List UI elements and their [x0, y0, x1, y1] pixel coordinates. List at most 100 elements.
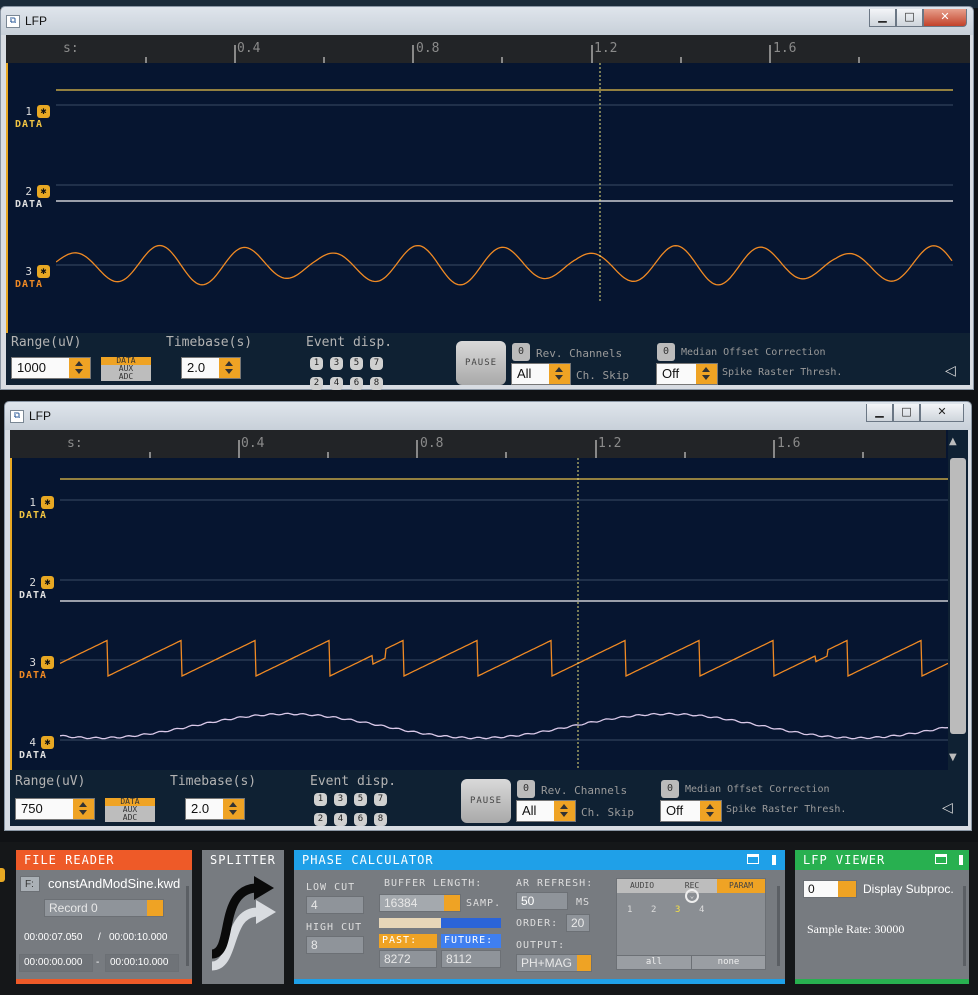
median-offset-toggle[interactable]: 0	[657, 343, 675, 361]
ch-skip-combobox[interactable]: All	[511, 363, 571, 385]
window-icon[interactable]	[935, 854, 947, 864]
spike-raster-combobox[interactable]: Off	[660, 800, 722, 822]
high-cut-input[interactable]: 8	[306, 936, 364, 954]
scroll-down-icon[interactable]: ▼	[949, 752, 957, 763]
type-option-adc[interactable]: ADC	[105, 814, 155, 822]
channel-toggle[interactable]: 1	[627, 905, 632, 915]
timebase-combobox[interactable]: 2.0	[185, 798, 245, 820]
event-button[interactable]: 4	[334, 813, 347, 826]
event-button[interactable]: 4	[330, 377, 343, 390]
all-button[interactable]: all	[617, 955, 691, 969]
window-1-titlebar[interactable]: ⧉ LFP ▁ □ ✕	[1, 7, 973, 35]
filename[interactable]: constAndModSine.kwd	[48, 876, 180, 891]
lfp-viewer-editor: LFP VIEWER 0 Display Subproc. Sample Rat…	[795, 850, 969, 984]
lfp-plot-1[interactable]: s: 0.4 0.8 1.2 1.6 1 ✱ DATA 2 ✱ DATA 3 ✱…	[6, 35, 970, 333]
end-time-input[interactable]: 00:00:10.000	[105, 954, 179, 972]
minimize-button[interactable]: ▁	[866, 404, 893, 422]
scroll-up-icon[interactable]: ▲	[949, 436, 957, 447]
type-option-adc[interactable]: ADC	[101, 373, 151, 381]
rev-channels-toggle[interactable]: 0	[517, 780, 535, 798]
channel-scrollbar[interactable]: ▲ ▼	[948, 430, 968, 770]
median-offset-toggle[interactable]: 0	[661, 780, 679, 798]
editor-title[interactable]: PHASE CALCULATOR	[294, 850, 785, 870]
maximize-button[interactable]: □	[896, 9, 923, 27]
scroll-thumb[interactable]	[950, 458, 966, 734]
collapse-icon[interactable]	[772, 855, 776, 865]
subproc-value: 0	[808, 882, 815, 896]
past-portion	[379, 918, 441, 928]
event-button[interactable]: 2	[314, 813, 327, 826]
event-button[interactable]: 6	[350, 377, 363, 390]
editor-title[interactable]: SPLITTER	[202, 850, 284, 870]
minimize-button[interactable]: ▁	[869, 9, 896, 27]
lfp-plot-2[interactable]: s: 0.4 0.8 1.2 1.6 1 ✱ DATA 2 ✱ DATA 3 ✱…	[10, 430, 968, 770]
order-input[interactable]: 20	[566, 914, 590, 932]
channel-type-selector[interactable]: DATA AUX ADC	[105, 798, 155, 822]
event-button[interactable]: 1	[314, 793, 327, 806]
start-time-input[interactable]: 00:00:00.000	[19, 954, 93, 972]
event-button[interactable]: 5	[354, 793, 367, 806]
dropdown-arrow-icon	[838, 881, 856, 897]
channel-1-select-icon[interactable]: ✱	[37, 105, 50, 118]
event-button[interactable]: 3	[330, 357, 343, 370]
editor-scrollbar[interactable]	[963, 886, 966, 966]
dropdown-arrow-icon	[219, 358, 240, 378]
none-button[interactable]: none	[691, 955, 765, 969]
maximize-button[interactable]: □	[893, 404, 920, 422]
buffer-length-select[interactable]: 16384	[379, 894, 461, 912]
channel-4-select-icon[interactable]: ✱	[41, 736, 54, 749]
future-length-input[interactable]: 8112	[441, 950, 501, 968]
close-button[interactable]: ✕	[920, 404, 964, 422]
event-button[interactable]: 7	[370, 357, 383, 370]
spike-raster-combobox[interactable]: Off	[656, 363, 718, 385]
tab-param[interactable]: PARAM	[717, 879, 765, 893]
channel-2-select-icon[interactable]: ✱	[41, 576, 54, 589]
expand-icon[interactable]: ⌄	[685, 889, 699, 903]
collapse-arrow-icon[interactable]: ◁	[942, 800, 953, 816]
event-button[interactable]: 8	[374, 813, 387, 826]
range-combobox[interactable]: 750	[15, 798, 95, 820]
ch-skip-combobox[interactable]: All	[516, 800, 576, 822]
channel-2-select-icon[interactable]: ✱	[37, 185, 50, 198]
pause-button[interactable]: PAUSE	[461, 779, 511, 823]
rev-channels-toggle[interactable]: 0	[512, 343, 530, 361]
editor-scrollbar[interactable]	[777, 886, 780, 966]
past-length-input[interactable]: 8272	[379, 950, 437, 968]
channel-toggle[interactable]: 3	[675, 905, 680, 915]
record-select[interactable]: Record 0	[44, 899, 164, 917]
channel-type: DATA	[15, 279, 44, 290]
splitter-path-icon[interactable]	[206, 872, 278, 980]
range-combobox[interactable]: 1000	[11, 357, 91, 379]
editor-scrollbar[interactable]	[186, 886, 189, 966]
event-button[interactable]: 8	[370, 377, 383, 390]
window-icon[interactable]	[747, 854, 759, 864]
file-browse-button[interactable]: F:	[20, 876, 40, 892]
editor-title[interactable]: LFP VIEWER	[795, 850, 969, 870]
channel-toggle[interactable]: 2	[651, 905, 656, 915]
pause-button[interactable]: PAUSE	[456, 341, 506, 385]
collapse-icon[interactable]	[959, 855, 963, 865]
ar-refresh-input[interactable]: 50	[516, 892, 568, 910]
low-cut-input[interactable]: 4	[306, 896, 364, 914]
event-button[interactable]: 5	[350, 357, 363, 370]
subproc-select[interactable]: 0	[803, 880, 857, 898]
tab-audio[interactable]: AUDIO	[617, 879, 667, 893]
past-future-slider[interactable]	[379, 918, 501, 928]
event-button[interactable]: 3	[334, 793, 347, 806]
channel-3-select-icon[interactable]: ✱	[41, 656, 54, 669]
event-button[interactable]: 7	[374, 793, 387, 806]
editor-footer	[294, 979, 785, 984]
channel-toggle[interactable]: 4	[699, 905, 704, 915]
channel-1-select-icon[interactable]: ✱	[41, 496, 54, 509]
event-button[interactable]: 6	[354, 813, 367, 826]
window-2-titlebar[interactable]: ⧉ LFP ▁ □ ✕	[5, 402, 971, 430]
channel-3-select-icon[interactable]: ✱	[37, 265, 50, 278]
channel-type-selector[interactable]: DATA AUX ADC	[101, 357, 151, 381]
timebase-combobox[interactable]: 2.0	[181, 357, 241, 379]
close-button[interactable]: ✕	[923, 9, 967, 27]
event-button[interactable]: 2	[310, 377, 323, 390]
output-select[interactable]: PH+MAG	[516, 954, 592, 972]
event-button[interactable]: 1	[310, 357, 323, 370]
editor-title[interactable]: FILE READER	[16, 850, 192, 870]
collapse-arrow-icon[interactable]: ◁	[945, 363, 956, 379]
